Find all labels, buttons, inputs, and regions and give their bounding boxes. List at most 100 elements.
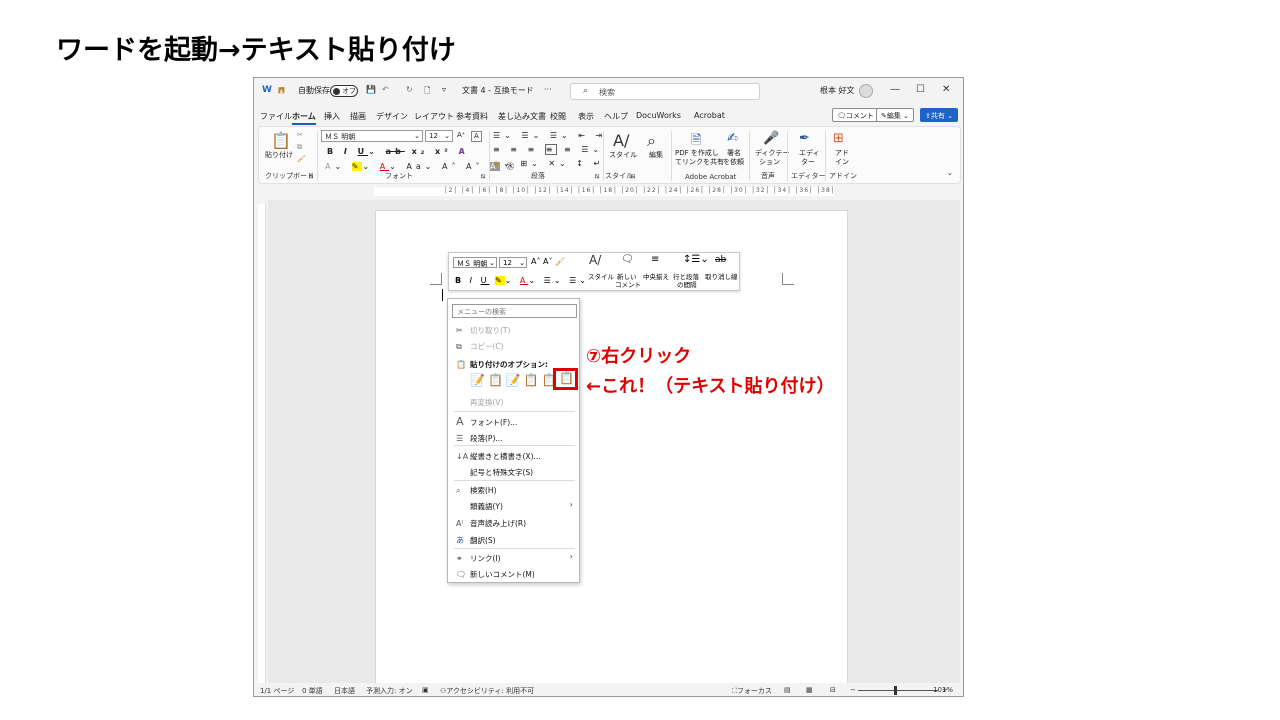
editor-icon[interactable]: ✒ xyxy=(799,131,810,146)
paste-icon[interactable]: 📋 xyxy=(271,131,291,150)
zoom-slider[interactable] xyxy=(858,690,938,691)
minimize-button[interactable]: — xyxy=(890,84,900,95)
styles-button-label[interactable]: スタイル xyxy=(609,151,637,160)
editor-label-1[interactable]: エディ xyxy=(799,149,820,158)
word-count[interactable]: 0 単語 xyxy=(302,686,323,696)
autosave-toggle[interactable]: オフ xyxy=(330,85,358,97)
mini-strikethrough-icon[interactable]: ab xyxy=(715,256,726,265)
request-signature-label-2[interactable]: を依頼 xyxy=(723,158,744,167)
doc-title-suffix[interactable]: ··· xyxy=(544,85,552,94)
font-launcher-icon[interactable]: ⧅ xyxy=(481,172,485,181)
cut-icon[interactable]: ✂ xyxy=(297,131,303,140)
create-pdf-label-1[interactable]: PDF を作成し xyxy=(675,149,719,158)
tab-references[interactable]: 参考資料 xyxy=(456,111,488,122)
macro-icon[interactable]: ▣ xyxy=(422,686,429,694)
menu-item-translate[interactable]: あ翻訳(S) xyxy=(456,535,496,546)
editor-label-2[interactable]: ター xyxy=(801,158,815,167)
mini-center-icon[interactable]: ≡ xyxy=(651,255,659,265)
mini-styles-icon[interactable]: A/ xyxy=(589,254,601,266)
accessibility[interactable]: ⚇アクセシビリティ: 利用不可 xyxy=(440,686,534,696)
web-layout-icon[interactable]: ⊟ xyxy=(830,686,836,694)
paragraph-launcher-icon[interactable]: ⧅ xyxy=(595,172,599,181)
zoom-slider-thumb[interactable] xyxy=(894,686,897,695)
addins-label-1[interactable]: アド xyxy=(835,149,849,158)
page-count[interactable]: 1/1 ページ xyxy=(260,686,294,696)
search-box[interactable]: ⌕ 検索 xyxy=(570,83,760,100)
user-name[interactable]: 根本 好文 xyxy=(820,85,855,96)
menu-item-cut[interactable]: ✂ 切り取り(T) xyxy=(456,325,510,336)
tab-home[interactable]: ホーム xyxy=(292,111,316,125)
paste-option-icons[interactable]: 📝📋📝📋📋 xyxy=(470,373,560,387)
print-layout-icon[interactable]: ▦ xyxy=(806,686,813,694)
avatar[interactable] xyxy=(859,84,873,98)
menu-item-text-direction[interactable]: ↓A 縦書きと横書き(X)... xyxy=(456,451,541,462)
tab-help[interactable]: ヘルプ xyxy=(604,111,628,122)
comment-button[interactable]: 🗨コメント xyxy=(832,108,879,122)
undo-icon[interactable]: ↶ xyxy=(382,85,389,94)
menu-item-link[interactable]: ⚭ リンク(I) xyxy=(456,553,501,564)
predictive-input[interactable]: 予測入力: オン xyxy=(366,686,413,696)
menu-item-paragraph[interactable]: ☰ 段落(P)... xyxy=(456,433,503,444)
menu-item-font[interactable]: A フォント(F)... xyxy=(456,415,517,428)
menu-item-copy[interactable]: ⧉ コピー(C) xyxy=(456,341,504,352)
mini-font-size-select[interactable]: 12 ⌄ xyxy=(499,257,527,268)
read-mode-icon[interactable]: ▤ xyxy=(784,686,791,694)
redo-icon[interactable]: ↻ xyxy=(406,85,413,94)
addins-label-2[interactable]: イン xyxy=(835,158,849,167)
tab-acrobat[interactable]: Acrobat xyxy=(694,111,725,120)
styles-icon[interactable]: A/ xyxy=(613,131,629,150)
menu-search-input[interactable]: メニューの検索 xyxy=(452,304,577,318)
maximize-button[interactable]: ☐ xyxy=(916,84,925,95)
share-button[interactable]: ⇪共有 ⌄ xyxy=(920,108,958,122)
tab-file[interactable]: ファイル xyxy=(260,111,292,122)
new-doc-icon[interactable]: 🗋 xyxy=(424,85,430,99)
tab-mailings[interactable]: 差し込み文書 xyxy=(498,111,546,122)
phonetic-guide-icon[interactable]: A xyxy=(471,131,482,142)
focus-mode[interactable]: ⛶フォーカス xyxy=(732,686,772,696)
mini-new-comment-label-1[interactable]: 新しい xyxy=(617,273,637,281)
tab-design[interactable]: デザイン xyxy=(376,111,408,122)
mini-center-label[interactable]: 中央揃え xyxy=(643,273,669,281)
font-name-select[interactable]: ＭＳ 明朝 ⌄ xyxy=(321,130,423,142)
request-signature-icon[interactable]: ✍ xyxy=(727,131,738,146)
addins-icon[interactable]: ⊞ xyxy=(833,131,844,146)
save-icon[interactable]: 💾 xyxy=(366,85,376,94)
mini-font-name-select[interactable]: ＭＳ 明朝 ⌄ xyxy=(453,257,497,268)
language[interactable]: 日本語 xyxy=(334,686,355,696)
paragraph-row-3[interactable]: ◈⌄ ⊞⌄ ✕⌄ ↕ ↵ xyxy=(493,159,604,168)
find-icon[interactable]: ⌕ xyxy=(647,131,656,151)
menu-item-search[interactable]: ⌕ 検索(H) xyxy=(456,485,497,496)
create-pdf-label-2[interactable]: てリンクを共有 xyxy=(675,158,724,167)
zoom-out-icon[interactable]: − xyxy=(850,686,856,694)
tab-review[interactable]: 校閲 xyxy=(550,111,566,122)
tab-docuworks[interactable]: DocuWorks xyxy=(636,111,681,120)
menu-item-reconvert[interactable]: 再変換(V) xyxy=(456,397,503,408)
menu-item-new-comment[interactable]: 🗨 新しいコメント(M) xyxy=(456,569,535,580)
paragraph-row-1[interactable]: ☰⌄ ☰⌄ ☰⌄ ⇤ ⇥ xyxy=(493,131,606,140)
editing-button-label[interactable]: 編集 xyxy=(649,151,663,160)
copy-icon[interactable]: ⧉ xyxy=(297,143,302,152)
request-signature-label-1[interactable]: 署名 xyxy=(727,149,741,158)
customize-qat-icon[interactable]: ▿ xyxy=(442,85,446,94)
style-launcher-icon[interactable]: ⧅ xyxy=(631,172,635,181)
mini-format-row[interactable]: B I U ✎⌄ A⌄ ☰⌄ ☰⌄ xyxy=(455,276,589,285)
zoom-level[interactable]: 101% xyxy=(933,686,953,694)
mini-line-spacing-label-1[interactable]: 行と段落 xyxy=(673,273,699,281)
ribbon-collapse-icon[interactable]: ⌄ xyxy=(947,169,953,178)
tab-insert[interactable]: 挿入 xyxy=(324,111,340,122)
mini-new-comment-label-2[interactable]: コメント xyxy=(615,281,641,289)
microphone-icon[interactable]: 🎤 xyxy=(763,131,779,146)
mini-line-spacing-icon[interactable]: ↕☰⌄ xyxy=(683,255,709,265)
paragraph-row-2[interactable]: ≡ ≡ ≡ ≡ ≡ ☰⌄ xyxy=(493,144,603,155)
close-button[interactable]: ✕ xyxy=(942,84,950,95)
mini-line-spacing-label-2[interactable]: の間隔 xyxy=(677,281,697,289)
mini-strikethrough-label[interactable]: 取り消し線 xyxy=(705,273,738,281)
menu-item-symbols[interactable]: 記号と特殊文字(S) xyxy=(456,467,533,478)
menu-item-read-aloud[interactable]: A⁾ 音声読み上げ(R) xyxy=(456,518,526,529)
mini-comment-icon[interactable]: 🗨 xyxy=(621,255,634,265)
font-size-select[interactable]: 12 ⌄ xyxy=(425,130,453,142)
editing-mode-button[interactable]: ✎編集 ⌄ xyxy=(876,108,914,122)
dictate-label-2[interactable]: ション xyxy=(759,158,780,167)
dictate-label-1[interactable]: ディクテー xyxy=(755,149,790,158)
tab-view[interactable]: 表示 xyxy=(578,111,594,122)
